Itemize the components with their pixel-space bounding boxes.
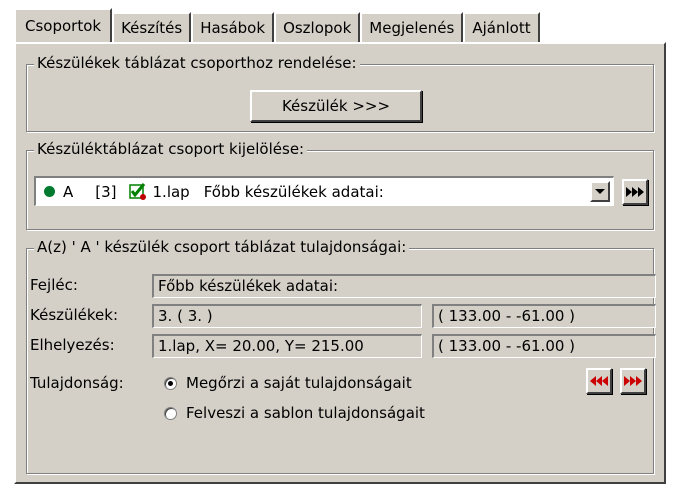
placement-label: Elhelyezés:	[30, 336, 115, 354]
property-label: Tulajdonság:	[30, 374, 124, 392]
fast-forward-button[interactable]	[622, 179, 648, 205]
tab-keszites[interactable]: Készítés	[112, 12, 192, 42]
tab-bar: Csoportok Készítés Hasábok Oszlopok Megj…	[14, 8, 540, 42]
tab-hasabok[interactable]: Hasábok	[191, 12, 275, 42]
previous-button[interactable]	[586, 368, 612, 394]
combo-page: 1.lap	[152, 182, 190, 201]
tab-oszlopok[interactable]: Oszlopok	[274, 12, 361, 42]
header-field: Főbb készülékek adatai:	[152, 274, 656, 298]
checked-box-icon	[128, 183, 147, 200]
combo-letter: A	[63, 182, 74, 201]
tab-panel: Készülékek táblázat csoporthoz rendelése…	[14, 42, 666, 484]
combo-header: Főbb készülékek adatai:	[203, 182, 384, 201]
placement-field: 1.lap, X= 20.00, Y= 215.00	[152, 334, 422, 358]
fast-forward-icon	[626, 187, 644, 197]
placement-coord-field: ( 133.00 - -61.00 )	[432, 334, 656, 358]
radio-keep-properties[interactable]: Megőrzi a saját tulajdonságait	[164, 374, 412, 392]
device-button[interactable]: Készülék >>>	[250, 90, 422, 122]
devices-label: Készülékek:	[30, 306, 119, 324]
tab-megjelenes[interactable]: Megjelenés	[360, 12, 464, 42]
group-select-combo[interactable]: A [3] 1.lap Főbb készülékek adatai:	[34, 176, 614, 206]
combo-index: [3]	[95, 182, 117, 201]
rewind-icon	[590, 376, 608, 386]
devices-field: 3. ( 3. )	[152, 304, 422, 328]
radio-keep-label: Megőrzi a saját tulajdonságait	[186, 374, 412, 392]
properties-group: A(z) ' A ' készülék csoport táblázat tul…	[26, 238, 656, 474]
green-dot-icon	[44, 186, 55, 197]
dropdown-arrow-icon[interactable]	[590, 181, 610, 202]
radio-take-label: Felveszi a sablon tulajdonságait	[186, 404, 425, 422]
dialog-page: Csoportok Készítés Hasábok Oszlopok Megj…	[0, 0, 673, 494]
header-label: Fejléc:	[30, 276, 78, 294]
devices-coord-field: ( 133.00 - -61.00 )	[432, 304, 656, 328]
tab-csoportok[interactable]: Csoportok	[14, 8, 113, 42]
assign-group: Készülékek táblázat csoporthoz rendelése…	[26, 54, 654, 132]
group-title: Készüléktáblázat csoport kijelölése:	[34, 140, 308, 158]
radio-unselected-icon	[164, 406, 177, 420]
select-group: Készüléktáblázat csoport kijelölése: A […	[26, 140, 654, 230]
next-button[interactable]	[620, 368, 646, 394]
fast-forward-red-icon	[624, 376, 642, 386]
radio-selected-icon	[164, 376, 177, 390]
tab-ajanlott[interactable]: Ajánlott	[463, 12, 540, 42]
radio-take-template[interactable]: Felveszi a sablon tulajdonságait	[164, 404, 425, 422]
group-title: A(z) ' A ' készülék csoport táblázat tul…	[34, 238, 410, 256]
group-title: Készülékek táblázat csoporthoz rendelése…	[34, 54, 360, 72]
